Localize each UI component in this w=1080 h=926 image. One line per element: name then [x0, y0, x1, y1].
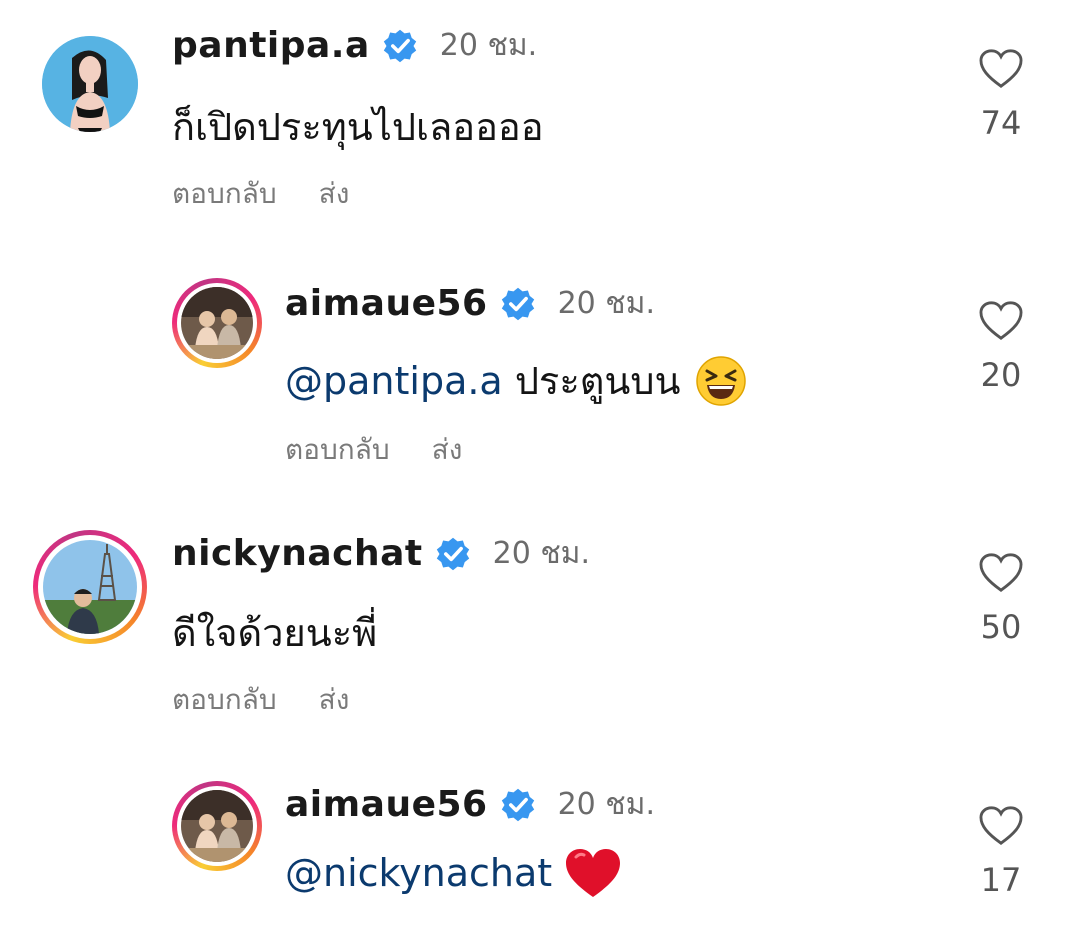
comment-text: @nickynachat [285, 847, 622, 899]
like-count: 50 [980, 608, 1022, 646]
comment-text: ดีใจด้วยนะพี่ [172, 611, 378, 655]
reply-item: aimaue56 20 ชม. @nickynachat 17 [0, 765, 1080, 926]
timestamp: 20 ชม. [492, 536, 590, 571]
comment-text: ก็เปิดประทุนไปเลออออ [172, 105, 544, 149]
verified-badge-icon [501, 788, 534, 821]
heart-icon[interactable] [978, 48, 1024, 90]
username[interactable]: aimaue56 [285, 784, 488, 825]
avatar [181, 287, 253, 359]
comment-item: nickynachat 20 ชม. ดีใจด้วยนะพี่ ตอบกลับ… [0, 510, 1080, 750]
comment-body: ประตูนบน [502, 359, 681, 403]
verified-badge-icon [501, 287, 534, 320]
mention-link[interactable]: @nickynachat [285, 851, 552, 895]
send-button[interactable]: ส่ง [432, 428, 463, 472]
mention-link[interactable]: @pantipa.a [285, 359, 503, 403]
story-ring[interactable] [33, 530, 147, 644]
avatar [43, 540, 137, 634]
reply-button[interactable]: ตอบกลับ [172, 172, 277, 216]
like-count: 17 [980, 861, 1022, 899]
heart-icon[interactable] [978, 552, 1024, 594]
heart-icon[interactable] [978, 805, 1024, 847]
grinning-squinting-face-icon [695, 355, 746, 406]
comment-text: @pantipa.a ประตูนบน [285, 350, 747, 411]
avatar [181, 790, 253, 862]
avatar[interactable] [42, 36, 138, 132]
verified-badge-icon [436, 537, 469, 570]
username[interactable]: nickynachat [172, 533, 423, 574]
send-button[interactable]: ส่ง [319, 172, 350, 216]
reply-button[interactable]: ตอบกลับ [285, 428, 390, 472]
story-ring[interactable] [172, 781, 262, 871]
like-count: 74 [980, 104, 1022, 142]
username[interactable]: pantipa.a [172, 25, 370, 66]
timestamp: 20 ชม. [557, 286, 655, 321]
reply-item: aimaue56 20 ชม. @pantipa.a ประตูนบน ตอบก… [0, 260, 1080, 500]
verified-badge-icon [383, 29, 416, 62]
timestamp: 20 ชม. [557, 787, 655, 822]
comment-item: pantipa.a 20 ชม. ก็เปิดประทุนไปเลออออ ตอ… [0, 0, 1080, 240]
reply-button[interactable]: ตอบกลับ [172, 678, 277, 722]
send-button[interactable]: ส่ง [319, 678, 350, 722]
like-count: 20 [980, 356, 1022, 394]
timestamp: 20 ชม. [439, 28, 538, 63]
story-ring[interactable] [172, 278, 262, 368]
red-heart-icon [566, 849, 621, 897]
heart-icon[interactable] [978, 300, 1024, 342]
username[interactable]: aimaue56 [285, 283, 488, 324]
